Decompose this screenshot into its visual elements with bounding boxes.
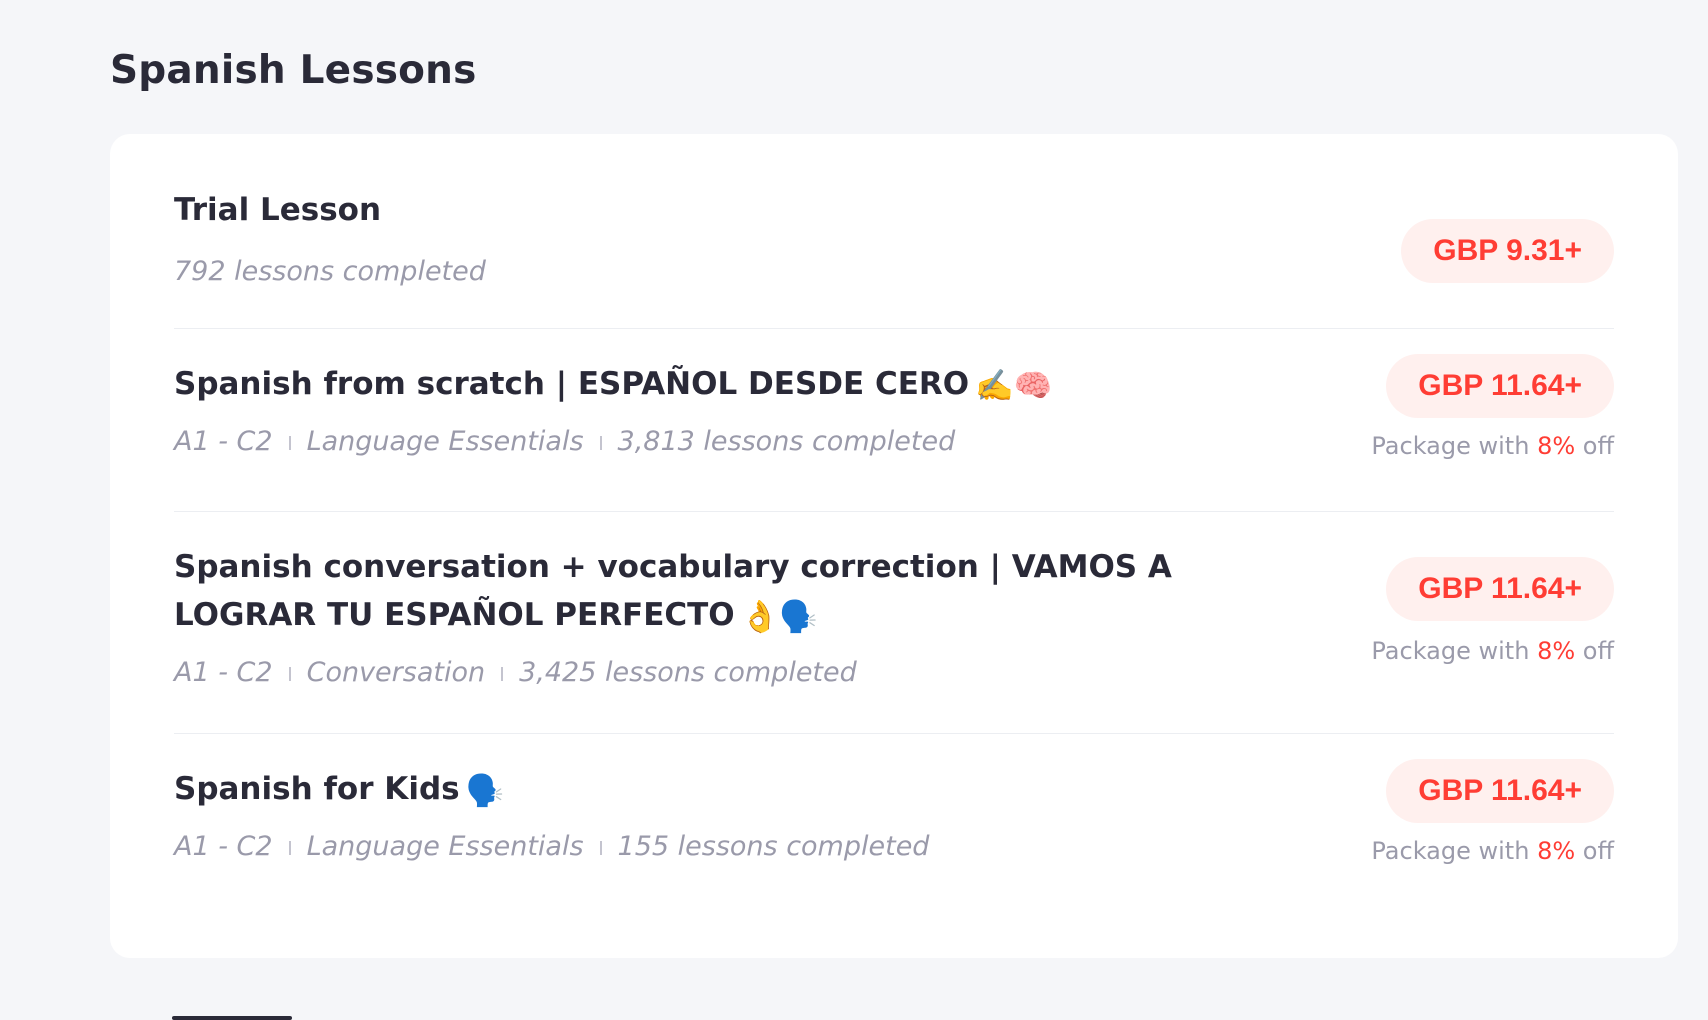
package-prefix: Package with (1371, 432, 1530, 460)
lesson-completed-count: 3,813 lessons completed (617, 426, 956, 457)
lesson-title-text: Spanish for Kids (174, 771, 460, 807)
lesson-meta: A1 - C2 Conversation 3,425 lessons complet… (174, 657, 857, 688)
speaking-head-emoji-icon: 🗣️ (465, 772, 505, 809)
meta-divider (288, 840, 291, 855)
meta-divider (599, 435, 602, 450)
lesson-category: Conversation (306, 657, 486, 688)
package-prefix: Package with (1371, 837, 1530, 865)
package-prefix: Package with (1371, 637, 1530, 665)
package-discount: Package with 8% off (1371, 837, 1614, 865)
ok-speaking-emoji-icon: 👌🗣️ (740, 598, 818, 635)
page: Spanish Lessons Trial Lesson 792 lessons… (0, 0, 1708, 1020)
lesson-completed-count: 3,425 lessons completed (519, 657, 857, 688)
lessons-card: Trial Lesson 792 lessons completed GBP 9… (110, 134, 1678, 958)
lesson-completed-count: 155 lessons completed (617, 831, 930, 862)
writing-brain-emoji-icon: ✍️🧠 (975, 367, 1053, 404)
price-badge[interactable]: GBP 9.31+ (1401, 219, 1614, 283)
lesson-meta: A1 - C2 Language Essentials 155 lessons co… (174, 831, 929, 862)
section-title: Spanish Lessons (110, 48, 477, 93)
lesson-completed-count: 792 lessons completed (174, 256, 486, 287)
lesson-level: A1 - C2 (174, 657, 273, 688)
package-suffix: off (1582, 837, 1614, 865)
lesson-level: A1 - C2 (174, 831, 273, 862)
lesson-item-spanish-from-scratch[interactable]: Spanish from scratch | ESPAÑOL DESDE CER… (174, 328, 1614, 512)
lesson-title-text: Spanish conversation + vocabulary correc… (174, 549, 1172, 633)
package-suffix: off (1582, 432, 1614, 460)
lesson-title-text: Trial Lesson (174, 192, 382, 228)
package-suffix: off (1582, 637, 1614, 665)
package-discount: Package with 8% off (1371, 432, 1614, 460)
lesson-category: Language Essentials (306, 831, 584, 862)
next-section-heading-clipped (172, 1010, 312, 1020)
meta-divider (501, 666, 504, 681)
lesson-item-trial[interactable]: Trial Lesson 792 lessons completed GBP 9… (174, 184, 1614, 329)
lesson-title: Spanish for Kids 🗣️ (174, 765, 1294, 815)
package-percent: 8% (1537, 637, 1576, 665)
lesson-title-text: Spanish from scratch | ESPAÑOL DESDE CER… (174, 366, 970, 402)
package-discount: Package with 8% off (1371, 637, 1614, 665)
lesson-title: Spanish from scratch | ESPAÑOL DESDE CER… (174, 360, 1294, 410)
meta-divider (288, 666, 291, 681)
package-percent: 8% (1537, 432, 1576, 460)
lesson-meta: 792 lessons completed (174, 256, 486, 287)
lesson-meta: A1 - C2 Language Essentials 3,813 lessons … (174, 426, 955, 457)
lesson-item-spanish-for-kids[interactable]: Spanish for Kids 🗣️ A1 - C2 Language Essen… (174, 733, 1614, 923)
meta-divider (599, 840, 602, 855)
price-badge[interactable]: GBP 11.64+ (1386, 759, 1614, 823)
price-badge[interactable]: GBP 11.64+ (1386, 557, 1614, 621)
lesson-title: Trial Lesson (174, 186, 1294, 234)
lesson-title: Spanish conversation + vocabulary correc… (174, 543, 1294, 641)
price-badge[interactable]: GBP 11.64+ (1386, 354, 1614, 418)
lesson-level: A1 - C2 (174, 426, 273, 457)
lesson-category: Language Essentials (306, 426, 584, 457)
meta-divider (288, 435, 291, 450)
lesson-item-spanish-conversation[interactable]: Spanish conversation + vocabulary correc… (174, 511, 1614, 734)
package-percent: 8% (1537, 837, 1576, 865)
